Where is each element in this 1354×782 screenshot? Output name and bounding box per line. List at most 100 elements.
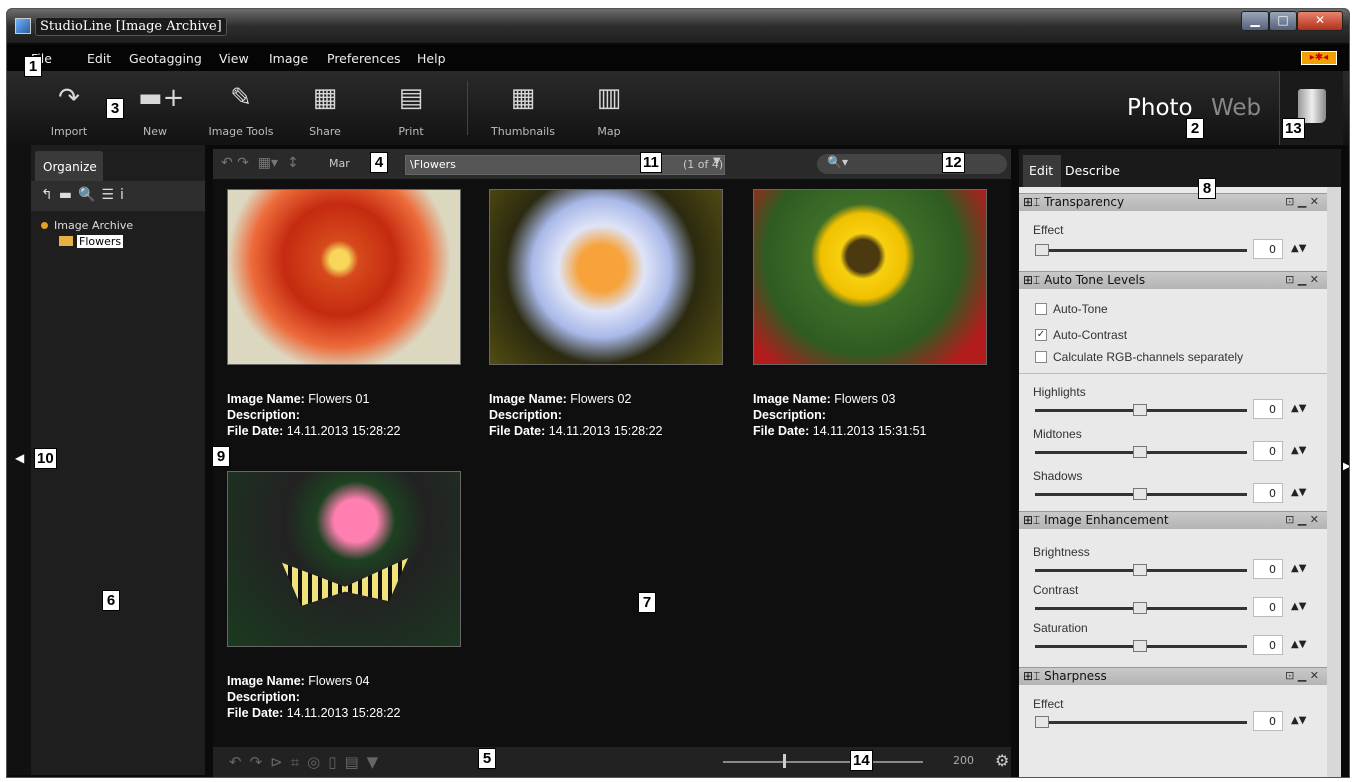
slider-thumb[interactable]	[1133, 602, 1147, 614]
path-dropdown-icon[interactable]: ▼	[713, 156, 721, 167]
back-forward-icons[interactable]: ↶ ↷ ▦▾ ↕	[221, 155, 299, 171]
meta-label: Description:	[489, 408, 562, 422]
new-folder-icon: ▬+	[138, 83, 185, 113]
saturation-value[interactable]: 0	[1253, 635, 1283, 655]
slider-thumb[interactable]	[1133, 404, 1147, 416]
menu-view[interactable]: View	[219, 51, 249, 66]
thumbnails-button[interactable]: ▦ Thumbnails	[483, 79, 563, 138]
midtones-label: Midtones	[1033, 427, 1082, 441]
highlights-value[interactable]: 0	[1253, 399, 1283, 419]
slider-thumb[interactable]	[1133, 640, 1147, 652]
transparency-slider[interactable]	[1035, 244, 1247, 256]
spinner-icon[interactable]: ▲▼	[1291, 403, 1306, 414]
contrast-value[interactable]: 0	[1253, 597, 1283, 617]
map-button[interactable]: ▥ Map	[569, 79, 649, 138]
zoom-slider[interactable]	[723, 761, 923, 763]
callout-11: 11	[640, 152, 662, 173]
slider-thumb[interactable]	[1035, 244, 1049, 256]
shadows-slider[interactable]	[1035, 488, 1247, 500]
effect-label: Effect	[1033, 223, 1064, 237]
maximize-button[interactable]: □	[1269, 11, 1297, 31]
auto-tone-checkbox[interactable]	[1035, 303, 1047, 315]
minimize-button[interactable]: ▁	[1241, 11, 1269, 31]
gear-icon[interactable]: ⚙	[995, 751, 1009, 770]
saturation-slider[interactable]	[1035, 640, 1247, 652]
web-mode-tab[interactable]: Web	[1211, 95, 1261, 121]
image-thumbnail[interactable]	[753, 189, 987, 365]
callout-5: 5	[478, 748, 496, 769]
spinner-icon[interactable]: ▲▼	[1291, 563, 1306, 574]
transparency-value[interactable]: 0	[1253, 239, 1283, 259]
brightness-slider[interactable]	[1035, 564, 1247, 576]
rgb-separate-checkbox[interactable]	[1035, 351, 1047, 363]
section-controls-icon[interactable]: ⊡ ▁ ✕	[1285, 273, 1319, 286]
menu-help[interactable]: Help	[417, 51, 446, 66]
callout-2: 2	[1186, 118, 1204, 139]
slider-thumb[interactable]	[1133, 564, 1147, 576]
transparency-header[interactable]: ⊞⌶ Transparency ⊡ ▁ ✕	[1019, 193, 1327, 211]
section-controls-icon[interactable]: ⊡ ▁ ✕	[1285, 669, 1319, 682]
meta-label: File Date:	[489, 424, 546, 438]
brightness-value[interactable]: 0	[1253, 559, 1283, 579]
contrast-slider[interactable]	[1035, 602, 1247, 614]
spinner-icon[interactable]: ▲▼	[1291, 715, 1306, 726]
menu-edit[interactable]: Edit	[87, 51, 111, 66]
tree-item-image-archive[interactable]: Image Archive	[41, 219, 133, 232]
image-name: Flowers 01	[308, 392, 370, 406]
collapse-left-icon[interactable]: ◀	[15, 451, 24, 465]
organize-tools[interactable]: ↰▬🔍☰i	[31, 181, 205, 211]
tree-item-flowers[interactable]: Flowers	[59, 235, 124, 248]
tab-edit[interactable]: Edit	[1023, 155, 1061, 187]
sharpness-value[interactable]: 0	[1253, 711, 1283, 731]
language-flag-button[interactable]: ▸✱◂	[1301, 51, 1337, 65]
menu-image[interactable]: Image	[269, 51, 308, 66]
slider-thumb[interactable]	[1133, 446, 1147, 458]
section-controls-icon[interactable]: ⊡ ▁ ✕	[1285, 513, 1319, 526]
image-thumbnail[interactable]	[489, 189, 723, 365]
callout-14: 14	[850, 750, 873, 771]
section-controls-icon[interactable]: ⊡ ▁ ✕	[1285, 195, 1319, 208]
callout-8: 8	[1198, 178, 1216, 199]
image-info-3: Image Name: Flowers 03 Description: File…	[753, 391, 927, 439]
tab-organize[interactable]: Organize	[35, 151, 103, 181]
menu-geotagging[interactable]: Geotagging	[129, 51, 202, 66]
image-enhancement-header[interactable]: ⊞⌶ Image Enhancement ⊡ ▁ ✕	[1019, 511, 1327, 529]
midtones-slider[interactable]	[1035, 446, 1247, 458]
image-tools-button[interactable]: ✎ Image Tools	[201, 79, 281, 138]
tab-describe[interactable]: Describe	[1065, 163, 1120, 178]
shadows-value[interactable]: 0	[1253, 483, 1283, 503]
highlights-slider[interactable]	[1035, 404, 1247, 416]
share-button[interactable]: ▦ Share	[285, 79, 365, 138]
spinner-icon[interactable]: ▲▼	[1291, 639, 1306, 650]
close-button[interactable]: ✕	[1297, 11, 1343, 31]
import-button[interactable]: ↷ Import	[29, 79, 109, 138]
photo-mode-tab[interactable]: Photo	[1127, 95, 1193, 121]
auto-contrast-checkbox[interactable]: ✓	[1035, 329, 1047, 341]
sort-label[interactable]: Mar	[329, 157, 350, 170]
spinner-icon[interactable]: ▲▼	[1291, 487, 1306, 498]
expand-right-icon[interactable]: ▶	[1343, 461, 1349, 472]
right-scrollbar[interactable]	[1327, 187, 1341, 777]
new-button[interactable]: ▬+ New	[115, 79, 195, 138]
slider-thumb[interactable]	[1133, 488, 1147, 500]
path-field[interactable]: \Flowers	[405, 155, 725, 175]
print-button[interactable]: ▤ Print	[371, 79, 451, 138]
auto-tone-header[interactable]: ⊞⌶ Auto Tone Levels ⊡ ▁ ✕	[1019, 271, 1327, 289]
midtones-value[interactable]: 0	[1253, 441, 1283, 461]
spinner-icon[interactable]: ▲▼	[1291, 445, 1306, 456]
center-header: ↶ ↷ ▦▾ ↕ Mar \Flowers (1 of 4) ▼ 🔍▾	[213, 149, 1011, 179]
edit-tool-icons[interactable]: ↶↷⊳⌗◎▯▤▼	[229, 753, 386, 771]
callout-3: 3	[106, 98, 124, 119]
callout-13: 13	[1282, 118, 1305, 139]
spinner-icon[interactable]: ▲▼	[1291, 243, 1306, 254]
sharpness-slider[interactable]	[1035, 716, 1247, 728]
spinner-icon[interactable]: ▲▼	[1291, 601, 1306, 612]
search-input[interactable]: 🔍▾	[817, 154, 1007, 174]
image-info-1: Image Name: Flowers 01 Description: File…	[227, 391, 401, 439]
menu-preferences[interactable]: Preferences	[327, 51, 401, 66]
zoom-slider-thumb[interactable]	[783, 754, 786, 768]
image-thumbnail[interactable]	[227, 189, 461, 365]
sharpness-header[interactable]: ⊞⌶ Sharpness ⊡ ▁ ✕	[1019, 667, 1327, 685]
slider-thumb[interactable]	[1035, 716, 1049, 728]
image-thumbnail[interactable]	[227, 471, 461, 647]
